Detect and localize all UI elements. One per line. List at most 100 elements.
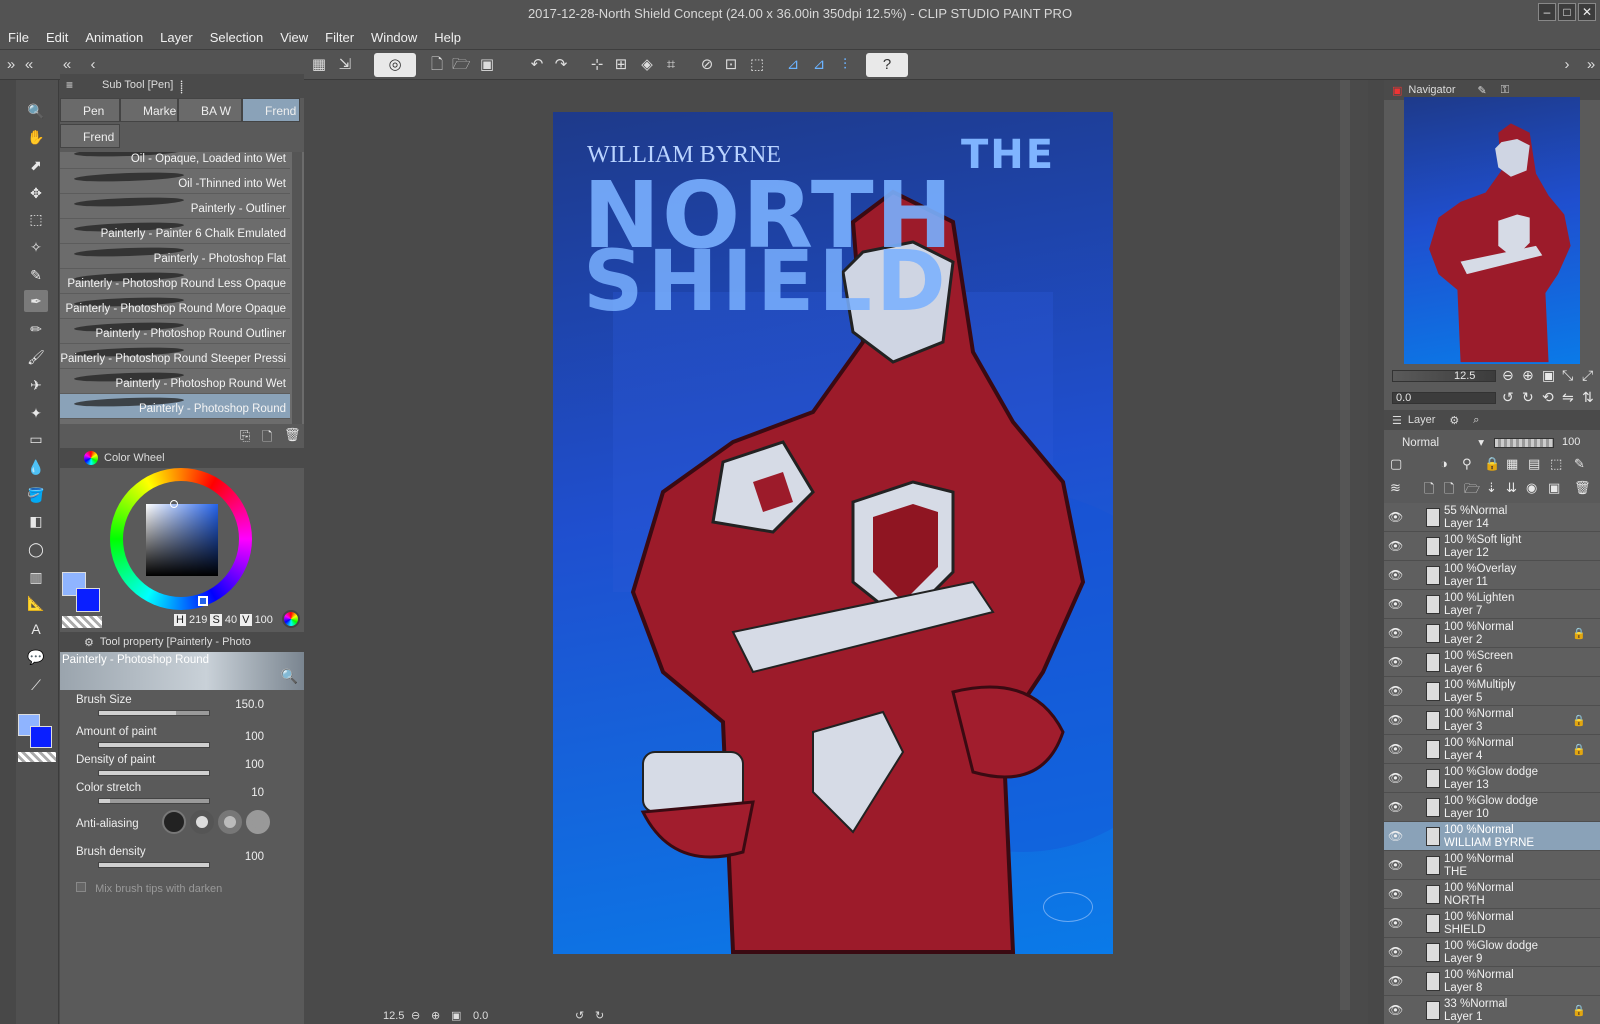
redo-icon[interactable]: ↷: [552, 56, 570, 74]
sv-picker-handle[interactable]: [170, 500, 178, 508]
blend-tool-icon[interactable]: 💧: [24, 456, 48, 478]
lock-icon[interactable]: 🔒: [1572, 714, 1586, 727]
new-raster-layer-icon[interactable]: 🗋: [1424, 480, 1434, 502]
undo-icon[interactable]: ↶: [528, 56, 546, 74]
opacity-value[interactable]: 100: [1562, 436, 1580, 448]
selection-tool-icon[interactable]: ⬚: [24, 208, 48, 230]
layer-row[interactable]: 👁 100 %Normal THE: [1384, 851, 1600, 880]
color-stretch-value[interactable]: 10: [251, 787, 264, 799]
help-button[interactable]: ?: [866, 53, 908, 77]
layer-row[interactable]: 👁 100 %Normal Layer 8: [1384, 967, 1600, 996]
chevron-left-icon[interactable]: ‹: [84, 56, 102, 74]
status-zoom-out-icon[interactable]: ⊖: [411, 1009, 420, 1022]
panel-grip-icon[interactable]: ⸽: [180, 78, 183, 95]
collapse-left-icon[interactable]: »: [2, 56, 20, 74]
status-rotate-left-icon[interactable]: ↺: [575, 1009, 584, 1022]
menu-edit[interactable]: Edit: [46, 30, 68, 45]
tab-pen[interactable]: Pen: [60, 98, 120, 122]
v-value[interactable]: 100: [255, 614, 273, 626]
fill-tool-icon[interactable]: 🪣: [24, 484, 48, 506]
eye-icon[interactable]: 👁: [1388, 742, 1403, 756]
artwork-canvas[interactable]: WILLIAM BYRNE THE NORTH SHIELD: [553, 112, 1113, 954]
canvas-vertical-scrollbar[interactable]: [1340, 80, 1350, 1010]
layer-name[interactable]: NORTH: [1444, 895, 1485, 907]
blend-mode-select[interactable]: Normal ▾: [1390, 434, 1486, 452]
collapse-subtool-icon[interactable]: «: [58, 56, 76, 74]
new-file-icon[interactable]: 🗋: [428, 56, 446, 74]
rotate-right-icon[interactable]: ↻: [1522, 389, 1534, 406]
layer-row[interactable]: 👁 100 %Glow dodge Layer 10: [1384, 793, 1600, 822]
brush-list-scrollbar[interactable]: [292, 152, 302, 424]
tab-marker[interactable]: Marke: [120, 98, 178, 122]
correct-line-tool-icon[interactable]: ⟋: [24, 674, 48, 696]
brush-item[interactable]: Painterly - Photoshop Round Wet: [60, 369, 290, 394]
flip-horizontal-icon[interactable]: ⇋: [1562, 389, 1574, 406]
density-of-paint-value[interactable]: 100: [245, 759, 264, 771]
eye-icon[interactable]: 👁: [1388, 510, 1403, 524]
layer-name[interactable]: Layer 11: [1444, 576, 1488, 588]
brush-item[interactable]: Painterly - Photoshop Round Steeper Pres…: [60, 344, 290, 369]
eye-icon[interactable]: 👁: [1388, 597, 1403, 611]
antialias-weak-option[interactable]: [190, 810, 214, 834]
menu-view[interactable]: View: [280, 30, 308, 45]
brush-item[interactable]: Painterly - Photoshop Flat: [60, 244, 290, 269]
maximize-button[interactable]: □: [1558, 3, 1576, 21]
status-zoom-in-icon[interactable]: ⊕: [431, 1009, 440, 1022]
eye-icon[interactable]: 👁: [1388, 626, 1403, 640]
layer-row[interactable]: 👁 100 %Normal Layer 4 🔒: [1384, 735, 1600, 764]
layer-name[interactable]: Layer 7: [1444, 605, 1482, 617]
sub-color-swatch[interactable]: [76, 588, 100, 612]
eye-icon[interactable]: 👁: [1388, 916, 1403, 930]
menu-help[interactable]: Help: [434, 30, 461, 45]
s-value[interactable]: 40: [225, 614, 237, 626]
layer-name[interactable]: Layer 14: [1444, 518, 1489, 530]
toolbox-sub-color-swatch[interactable]: [30, 726, 52, 748]
sv-square[interactable]: [146, 504, 218, 576]
rotate-left-icon[interactable]: ↺: [1502, 389, 1514, 406]
h-value[interactable]: 219: [189, 614, 207, 626]
pen-tool-icon[interactable]: ✒: [24, 290, 48, 312]
delete-subtool-icon[interactable]: 🗑: [284, 427, 301, 443]
reference-layer-icon[interactable]: ⚲: [1462, 456, 1472, 472]
brush-item[interactable]: Painterly - Photoshop Round More Opaque: [60, 294, 290, 319]
menu-file[interactable]: File: [8, 30, 29, 45]
clip-layer-icon[interactable]: ◑: [1440, 456, 1448, 471]
layer-name[interactable]: Layer 4: [1444, 750, 1482, 762]
layer-name[interactable]: Layer 2: [1444, 634, 1482, 646]
eye-icon[interactable]: 👁: [1388, 829, 1403, 843]
amount-of-paint-value[interactable]: 100: [245, 731, 264, 743]
zoom-slider[interactable]: [1392, 370, 1496, 382]
draft-layer-icon[interactable]: ✎: [1574, 456, 1585, 472]
eyedropper-tool-icon[interactable]: ✎: [24, 264, 48, 286]
layer-name[interactable]: Layer 3: [1444, 721, 1482, 733]
new-vector-layer-icon[interactable]: 🗋: [1444, 480, 1454, 502]
mix-brush-tips-checkbox[interactable]: Mix brush tips with darken: [76, 882, 222, 895]
layer-menu-icon[interactable]: ≋: [1390, 480, 1401, 496]
layer-row[interactable]: 👁 100 %Screen Layer 6: [1384, 648, 1600, 677]
layer-color-icon[interactable]: ▢: [1390, 456, 1402, 472]
layer-row[interactable]: 👁 100 %Lighten Layer 7: [1384, 590, 1600, 619]
menu-window[interactable]: Window: [371, 30, 417, 45]
layer-row[interactable]: 👁 100 %Soft light Layer 12: [1384, 532, 1600, 561]
balloon-tool-icon[interactable]: 💬: [24, 646, 48, 668]
menu-layer[interactable]: Layer: [160, 30, 193, 45]
transparent-color-swatch[interactable]: [62, 616, 102, 628]
clear-selection-icon[interactable]: ⊹: [588, 56, 606, 74]
move-layer-tool-icon[interactable]: ✥: [24, 182, 48, 204]
brush-item[interactable]: Painterly - Photoshop Round Less Opaque: [60, 269, 290, 294]
new-folder-icon[interactable]: 🗁: [1464, 480, 1480, 502]
toolbox-transparent-swatch[interactable]: [18, 752, 56, 762]
layer-name[interactable]: Layer 9: [1444, 953, 1482, 965]
zoom-out-icon[interactable]: ⊖: [1502, 367, 1514, 384]
eye-icon[interactable]: 👁: [1388, 800, 1403, 814]
layer-row[interactable]: 👁 100 %Normal Layer 2 🔒: [1384, 619, 1600, 648]
frame-border-tool-icon[interactable]: ▥: [24, 566, 48, 588]
layer-name[interactable]: WILLIAM BYRNE: [1444, 837, 1534, 849]
layer-row[interactable]: 👁 100 %Glow dodge Layer 9: [1384, 938, 1600, 967]
collapse-right-icon[interactable]: »: [1582, 56, 1600, 74]
scale-icon[interactable]: ⌗: [662, 56, 680, 74]
layer-search-tab-icon[interactable]: ⌕: [1473, 414, 1479, 427]
amount-of-paint-slider[interactable]: [98, 742, 210, 748]
save-icon[interactable]: ▣: [478, 56, 496, 74]
status-fit-icon[interactable]: ▣: [451, 1009, 461, 1022]
